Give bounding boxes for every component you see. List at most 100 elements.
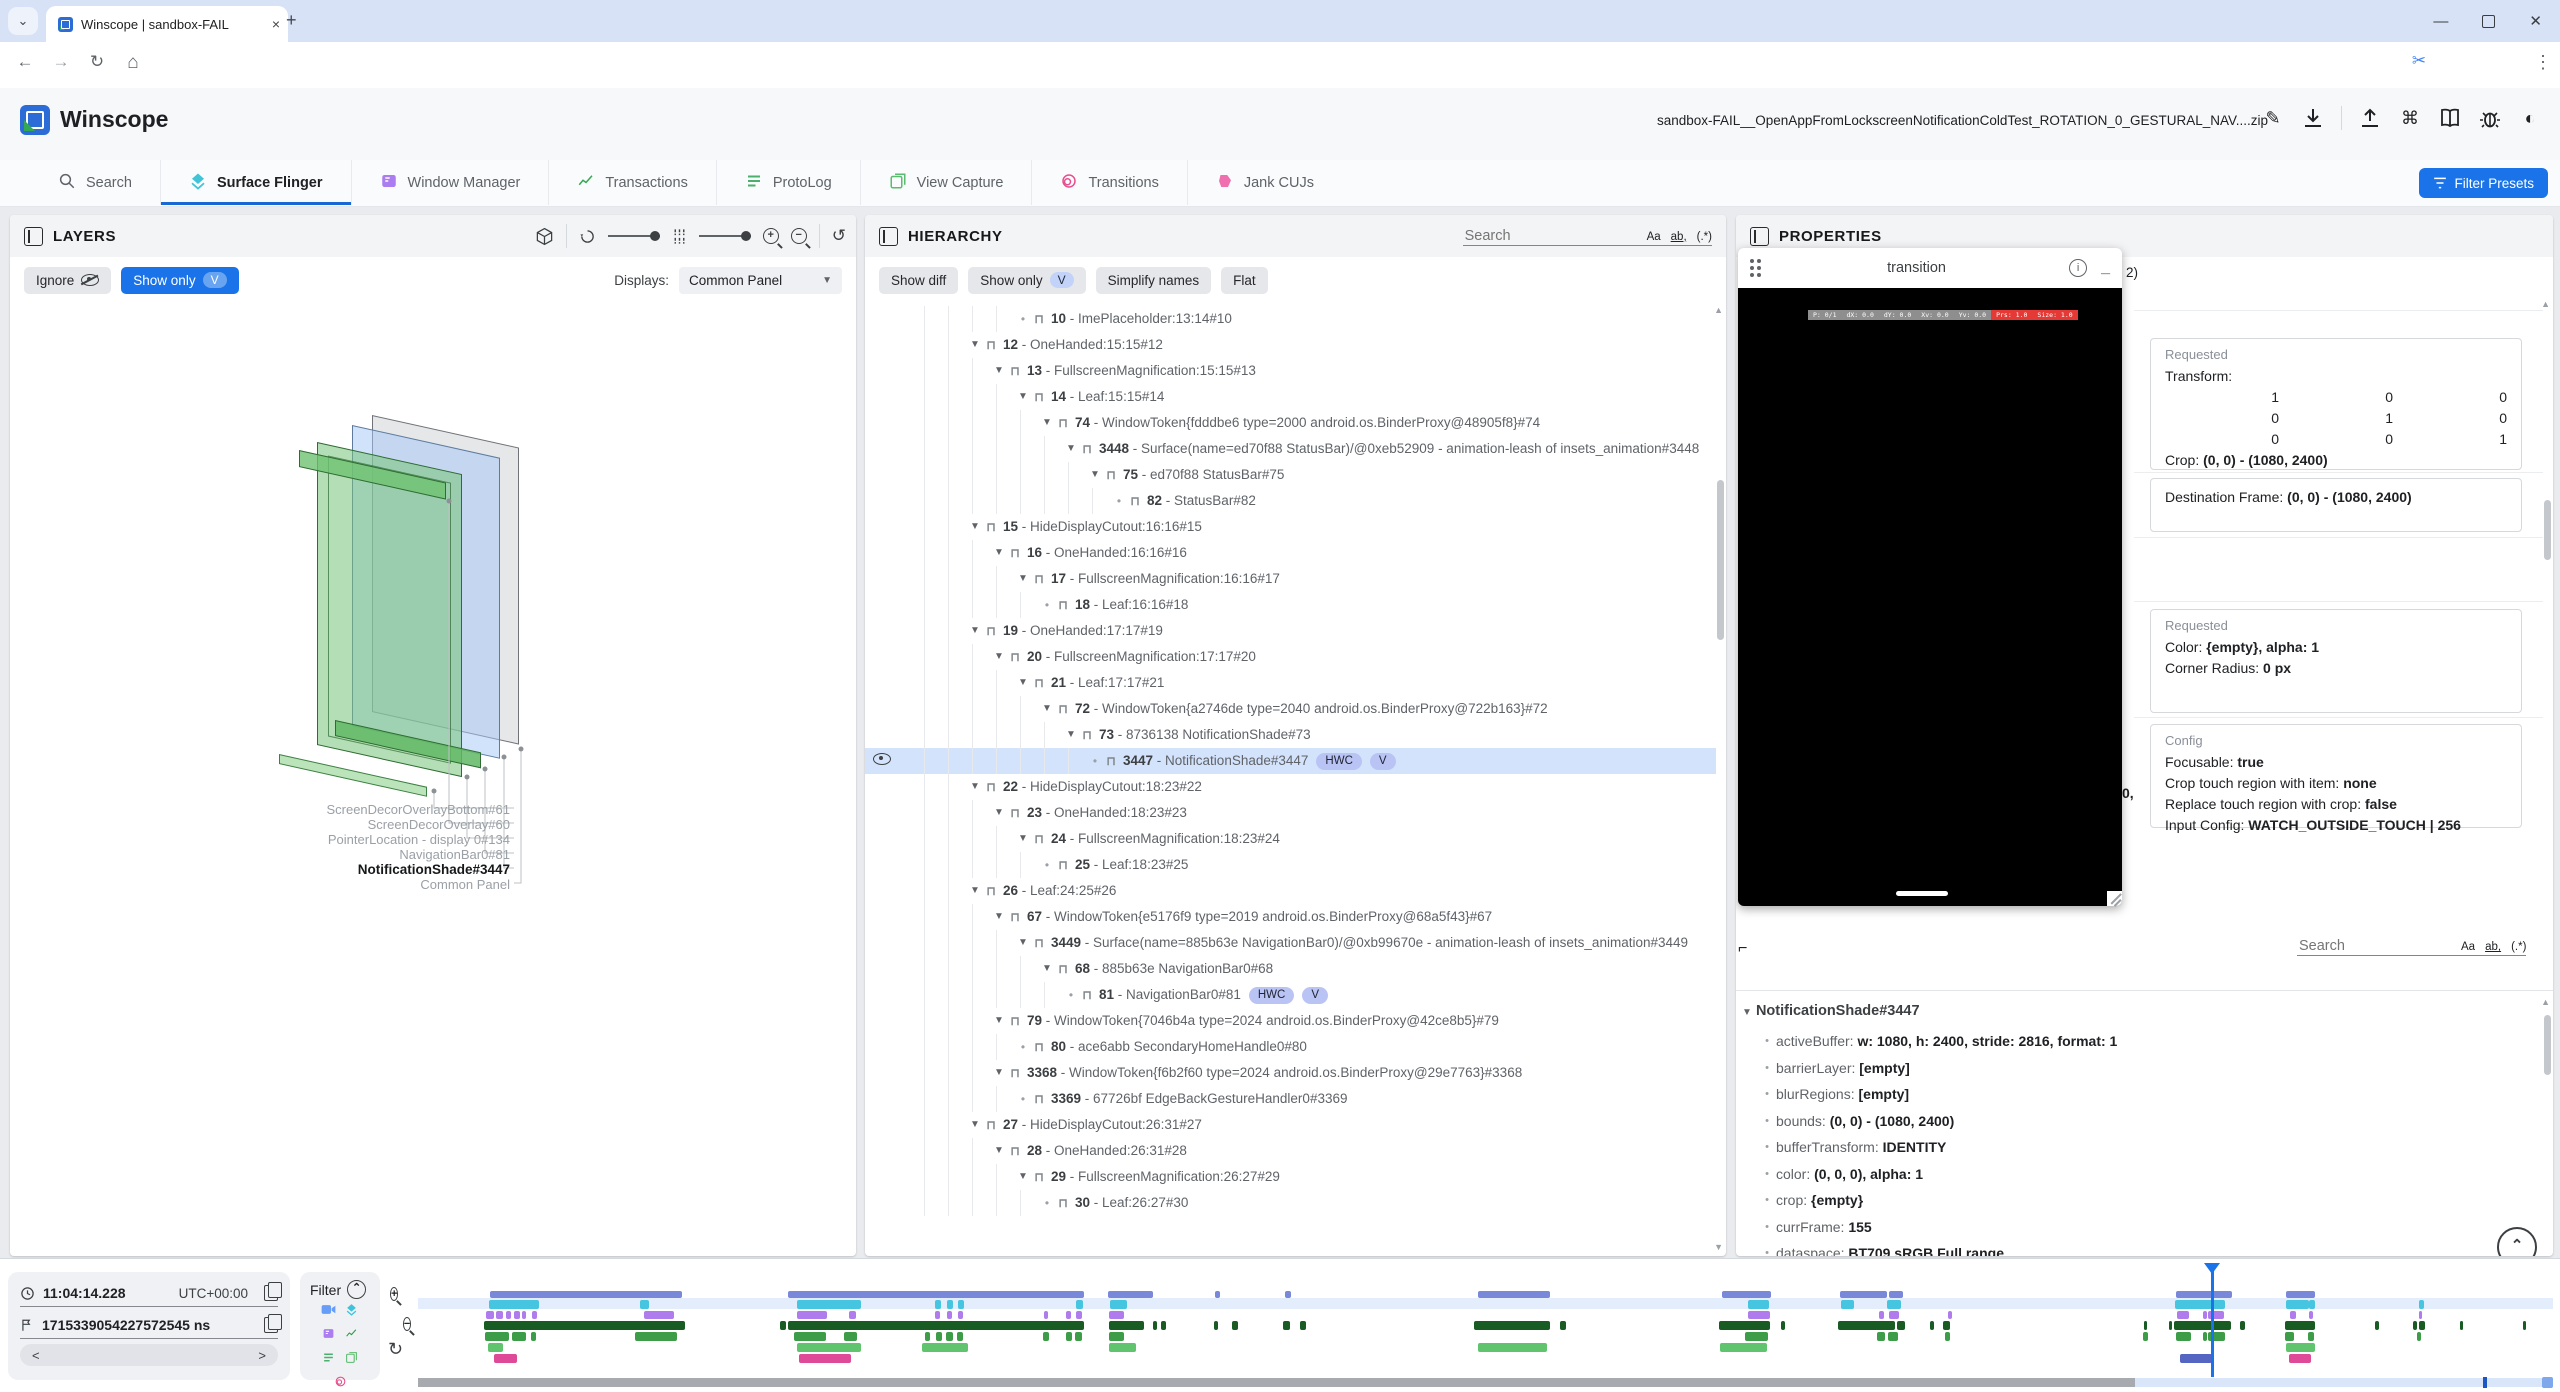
trace-entry-ProtoLog[interactable] — [946, 1332, 953, 1341]
hierarchy-row-15[interactable]: ▼⊓15 - HideDisplayCutout:16:16#15 — [865, 514, 1716, 540]
trace-entry-ProtoLog[interactable] — [2203, 1332, 2207, 1341]
trace-entry-ProtoLog[interactable] — [936, 1332, 942, 1341]
trace-entry-ScreenRecording[interactable] — [1108, 1291, 1153, 1298]
trace-entry-ScreenRecording[interactable] — [1215, 1291, 1220, 1298]
displays-select[interactable]: Common Panel▼ — [679, 267, 842, 294]
filter-presets-button[interactable]: Filter Presets — [2419, 168, 2548, 198]
expand-arrow-icon[interactable]: ▼ — [1063, 439, 1079, 459]
property-activeBuffer[interactable]: •activeBuffer: w: 1080, h: 2400, stride:… — [1758, 1027, 2533, 1054]
rotation-slider[interactable] — [608, 235, 660, 237]
trace-entry-ProtoLog[interactable] — [531, 1332, 536, 1341]
trace-entry-ProtoLog[interactable] — [794, 1332, 826, 1341]
trace-entry-WindowManager[interactable] — [514, 1311, 520, 1319]
layer-label[interactable]: ScreenDecorOverlayBottom#61 — [326, 802, 510, 817]
layer-label[interactable]: ScreenDecorOverlay#60 — [368, 817, 510, 832]
3d-view-icon[interactable] — [535, 227, 554, 246]
trace-entry-Transactions[interactable] — [1943, 1321, 1950, 1330]
trace-entry-Transactions[interactable] — [1214, 1321, 1218, 1330]
trace-entry-SurfaceFlinger[interactable] — [2419, 1300, 2424, 1309]
trace-entry-ProtoLog[interactable] — [1109, 1332, 1124, 1341]
trace-entry-ProtoLog[interactable] — [1043, 1332, 1049, 1341]
hierarchy-row-30[interactable]: •⊓30 - Leaf:26:27#30 — [865, 1190, 1716, 1216]
trace-entry-WindowManager[interactable] — [522, 1311, 526, 1319]
trace-entry-Transactions[interactable] — [2285, 1321, 2315, 1330]
drag-handle-icon[interactable] — [1750, 259, 1764, 277]
browser-menu-icon[interactable]: ⋮ — [2530, 52, 2556, 73]
trace-entry-Transitions[interactable] — [799, 1354, 851, 1363]
property-blurRegions[interactable]: •blurRegions: [empty] — [1758, 1080, 2533, 1107]
expand-arrow-icon[interactable]: ▼ — [1015, 387, 1031, 407]
expand-arrow-icon[interactable]: ▼ — [967, 517, 983, 537]
trace-entry-Transactions[interactable] — [780, 1321, 786, 1330]
trace-entry-ProtoLog[interactable] — [512, 1332, 526, 1341]
layers-3d-canvas[interactable]: ScreenDecorOverlayBottom#61ScreenDecorOv… — [10, 303, 856, 1256]
properties-search-input[interactable] — [2297, 937, 2451, 955]
expand-arrow-icon[interactable]: ▼ — [991, 1141, 1007, 1161]
tab-view-capture[interactable]: View Capture — [860, 160, 1032, 205]
trace-entry-SurfaceFlinger[interactable] — [797, 1300, 861, 1309]
trace-entry-ProtoLog[interactable] — [1745, 1332, 1768, 1341]
trace-entry-Transactions[interactable] — [2174, 1321, 2231, 1330]
trace-entry-ScreenRecording[interactable] — [1478, 1291, 1550, 1298]
layer-label[interactable]: PointerLocation - display 0#134 — [328, 832, 510, 847]
hierarchy-row-68[interactable]: ▼⊓68 - 885b63e NavigationBar0#68 — [865, 956, 1716, 982]
trace-entry-Transactions[interactable] — [1109, 1321, 1144, 1330]
hierarchy-row-3368[interactable]: ▼⊓3368 - WindowToken{f6b2f60 type=2024 a… — [865, 1060, 1716, 1086]
property-crop[interactable]: •crop: {empty} — [1758, 1186, 2533, 1213]
match-word-icon[interactable]: ab, — [1671, 231, 1687, 243]
trace-entry-Transactions[interactable] — [1161, 1321, 1166, 1330]
hierarchy-row-21[interactable]: ▼⊓21 - Leaf:17:17#21 — [865, 670, 1716, 696]
chip-simplify-names[interactable]: Simplify names — [1096, 267, 1212, 294]
regex-icon[interactable]: (.*) — [2511, 941, 2526, 953]
trace-entry-ScreenRecording[interactable] — [2286, 1291, 2315, 1298]
timeline-zoom-out-icon[interactable]: − — [403, 1317, 411, 1331]
trace-entry-Transitions[interactable] — [2180, 1354, 2212, 1363]
transitions-icon[interactable] — [333, 1375, 348, 1392]
trace-entry-WindowManager[interactable] — [2177, 1311, 2189, 1319]
trace-entry-SurfaceFlinger[interactable] — [2309, 1300, 2315, 1309]
hierarchy-row-18[interactable]: •⊓18 - Leaf:16:16#18 — [865, 592, 1716, 618]
timestamp-row[interactable]: 11:04:14.228 UTC+00:00 — [20, 1280, 278, 1307]
properties-scrollbar[interactable] — [2544, 500, 2551, 560]
trace-entry-SurfaceFlinger[interactable] — [640, 1300, 649, 1309]
trace-entry-Transactions[interactable] — [1838, 1321, 1895, 1330]
tab-surface-flinger[interactable]: Surface Flinger — [160, 160, 351, 205]
info-icon[interactable]: i — [2069, 259, 2087, 277]
spacing-icon[interactable] — [672, 228, 687, 245]
hierarchy-row-25[interactable]: •⊓25 - Leaf:18:23#25 — [865, 852, 1716, 878]
trace-entry-SurfaceFlinger[interactable] — [1110, 1300, 1127, 1309]
trace-entry-WindowManager[interactable] — [1948, 1311, 1952, 1319]
new-tab-button[interactable]: + — [286, 10, 297, 31]
back-icon[interactable]: ← — [12, 52, 38, 72]
trace-entry-ViewCapture[interactable] — [1720, 1343, 1767, 1352]
upload-icon[interactable] — [2358, 106, 2382, 130]
trace-entry-ViewCapture[interactable] — [488, 1343, 503, 1352]
match-word-icon[interactable]: ab, — [2485, 941, 2501, 953]
property-bufferTransform[interactable]: •bufferTransform: IDENTITY — [1758, 1133, 2533, 1160]
overview-drag-handle[interactable] — [2542, 1377, 2553, 1388]
trace-entry-Transitions[interactable] — [494, 1354, 517, 1363]
trace-entry-SurfaceFlinger[interactable] — [958, 1300, 964, 1309]
screen-recording-icon[interactable] — [321, 1303, 336, 1321]
expand-arrow-icon[interactable]: ▼ — [991, 1063, 1007, 1083]
visibility-eye-icon[interactable] — [873, 753, 891, 765]
trace-entry-Transactions[interactable] — [1560, 1321, 1566, 1330]
trace-entry-ProtoLog[interactable] — [2417, 1332, 2421, 1341]
trace-entry-WindowManager[interactable] — [2419, 1311, 2422, 1319]
trace-entry-SurfaceFlinger[interactable] — [2286, 1300, 2309, 1309]
property-bounds[interactable]: •bounds: (0, 0) - (1080, 2400) — [1758, 1107, 2533, 1134]
match-case-icon[interactable]: Aa — [1647, 231, 1661, 243]
trace-entry-ScreenRecording[interactable] — [1285, 1291, 1291, 1298]
hierarchy-row-3449[interactable]: ▼⊓3449 - Surface(name=885b63e Navigation… — [865, 930, 1716, 956]
property-barrierLayer[interactable]: •barrierLayer: [empty] — [1758, 1054, 2533, 1081]
trace-entry-ScreenRecording[interactable] — [1889, 1291, 1903, 1298]
tab-close-icon[interactable]: × — [272, 16, 280, 32]
trace-entry-Transitions[interactable] — [2289, 1354, 2311, 1363]
hierarchy-row-14[interactable]: ▼⊓14 - Leaf:15:15#14 — [865, 384, 1716, 410]
hierarchy-row-13[interactable]: ▼⊓13 - FullscreenMagnification:15:15#13 — [865, 358, 1716, 384]
collapse-filter-icon[interactable]: ⌃ — [347, 1280, 366, 1299]
expand-arrow-icon[interactable]: ▼ — [1039, 699, 1055, 719]
trace-entry-Transactions[interactable] — [2523, 1321, 2526, 1330]
timeline-cursor[interactable] — [2211, 1265, 2214, 1377]
trace-entry-Transactions[interactable] — [484, 1321, 685, 1330]
